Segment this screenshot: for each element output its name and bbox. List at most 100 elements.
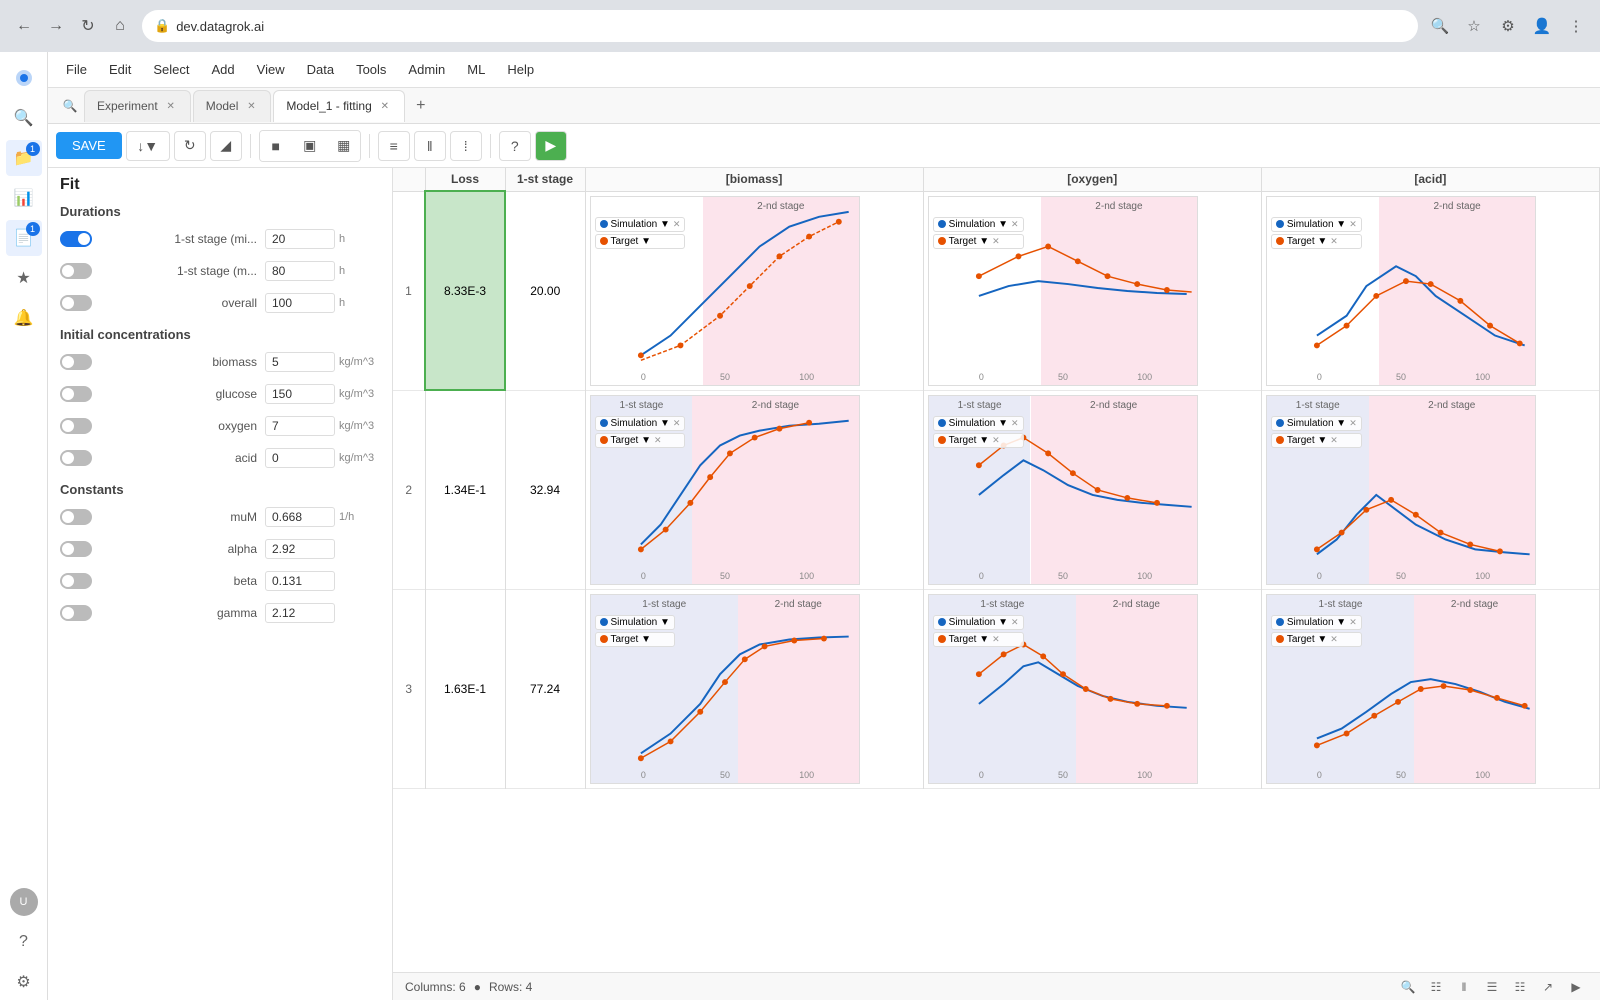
status-fit-icon[interactable]: ↗ xyxy=(1536,975,1560,999)
toggle-overall[interactable] xyxy=(60,295,92,311)
legend-target-acid-3[interactable]: Target ▼ ✕ xyxy=(1271,632,1362,647)
search-browser-button[interactable]: 🔍 xyxy=(1426,12,1454,40)
legend-target-biomass-1[interactable]: Target ▼ xyxy=(595,234,686,249)
param-value-beta[interactable] xyxy=(265,571,335,591)
card-view-button[interactable]: ▦ xyxy=(328,131,360,161)
col-header-stage[interactable]: 1-st stage xyxy=(505,168,585,191)
menu-browser-button[interactable]: ⋮ xyxy=(1562,12,1590,40)
sidebar-item-visualize[interactable]: 📊 xyxy=(6,180,42,216)
param-value-oxygen[interactable] xyxy=(265,416,335,436)
sidebar-item-projects[interactable]: 📁 1 xyxy=(6,140,42,176)
param-value-overall[interactable] xyxy=(265,293,335,313)
toggle-biomass[interactable] xyxy=(60,354,92,370)
status-sort-icon[interactable]: ☰ xyxy=(1480,975,1504,999)
grid-content[interactable]: Loss 1-st stage [biomass] [oxygen] [acid… xyxy=(393,168,1600,972)
status-table-icon[interactable]: ☷ xyxy=(1424,975,1448,999)
save-button[interactable]: SAVE xyxy=(56,132,122,159)
legend-target-oxygen-2[interactable]: Target ▼ ✕ xyxy=(933,433,1024,448)
sidebar-item-settings[interactable]: ⚙ xyxy=(6,964,42,1000)
tab-model-fitting[interactable]: Model_1 - fitting ✕ xyxy=(273,90,404,122)
legend-target-biomass-3[interactable]: Target ▼ xyxy=(595,632,675,647)
tab-experiment-close[interactable]: ✕ xyxy=(164,99,178,113)
toggle-1st-stage-min[interactable] xyxy=(60,231,92,247)
param-value-biomass[interactable] xyxy=(265,352,335,372)
sidebar-item-browse[interactable]: 🔍 xyxy=(6,100,42,136)
run-button[interactable]: ▶ xyxy=(535,131,567,161)
menu-ml[interactable]: ML xyxy=(457,58,495,81)
resize-button[interactable]: ⁞ xyxy=(450,131,482,161)
back-button[interactable]: ← xyxy=(10,12,38,40)
legend-target-oxygen-3[interactable]: Target ▼ ✕ xyxy=(933,632,1024,647)
toggle-glucose[interactable] xyxy=(60,386,92,402)
param-value-glucose[interactable] xyxy=(265,384,335,404)
filter-button[interactable]: ◢ xyxy=(210,131,242,161)
status-terminal-icon[interactable]: ▶ xyxy=(1564,975,1588,999)
menu-select[interactable]: Select xyxy=(143,58,199,81)
menu-help[interactable]: Help xyxy=(497,58,544,81)
toggle-muM[interactable] xyxy=(60,509,92,525)
legend-simulation-acid-2[interactable]: Simulation ▼ ✕ xyxy=(1271,416,1362,431)
download-button[interactable]: ↓▼ xyxy=(126,131,170,161)
menu-admin[interactable]: Admin xyxy=(398,58,455,81)
toggle-oxygen[interactable] xyxy=(60,418,92,434)
toggle-1st-stage-max[interactable] xyxy=(60,263,92,279)
sidebar-item-notifications[interactable]: 🔔 xyxy=(6,300,42,336)
legend-target-biomass-2[interactable]: Target ▼ ✕ xyxy=(595,433,686,448)
param-value-1st-stage-min[interactable] xyxy=(265,229,335,249)
menu-file[interactable]: File xyxy=(56,58,97,81)
refresh-button[interactable]: ↻ xyxy=(74,12,102,40)
param-value-alpha[interactable] xyxy=(265,539,335,559)
legend-simulation-acid-1[interactable]: Simulation ▼ ✕ xyxy=(1271,217,1362,232)
home-button[interactable]: ⌂ xyxy=(106,12,134,40)
legend-simulation-biomass-1[interactable]: Simulation ▼ ✕ xyxy=(595,217,686,232)
col-header-biomass[interactable]: [biomass] xyxy=(585,168,923,191)
sidebar-item-data[interactable]: 📄 1 xyxy=(6,220,42,256)
menu-tools[interactable]: Tools xyxy=(346,58,396,81)
bookmark-button[interactable]: ☆ xyxy=(1460,12,1488,40)
menu-add[interactable]: Add xyxy=(202,58,245,81)
status-search-icon[interactable]: 🔍 xyxy=(1396,975,1420,999)
tab-model[interactable]: Model ✕ xyxy=(193,90,272,122)
cols-button[interactable]: ‖ xyxy=(414,131,446,161)
menu-edit[interactable]: Edit xyxy=(99,58,141,81)
status-columns-icon[interactable]: ‖ xyxy=(1452,975,1476,999)
sidebar-item-help[interactable]: ? xyxy=(6,924,42,960)
legend-simulation-oxygen-3[interactable]: Simulation ▼ ✕ xyxy=(933,615,1024,630)
grid-view-button[interactable]: ■ xyxy=(260,131,292,161)
address-bar[interactable]: 🔒 dev.datagrok.ai xyxy=(142,10,1418,42)
col-header-loss[interactable]: Loss xyxy=(425,168,505,191)
legend-target-acid-1[interactable]: Target ▼ ✕ xyxy=(1271,234,1362,249)
legend-simulation-acid-3[interactable]: Simulation ▼ ✕ xyxy=(1271,615,1362,630)
tab-add-button[interactable]: + xyxy=(407,92,435,120)
toggle-gamma[interactable] xyxy=(60,605,92,621)
sidebar-item-avatar[interactable]: U xyxy=(6,884,42,920)
tab-search-icon[interactable]: 🔍 xyxy=(56,92,84,120)
menu-data[interactable]: Data xyxy=(297,58,344,81)
param-value-1st-stage-max[interactable] xyxy=(265,261,335,281)
help-button-toolbar[interactable]: ? xyxy=(499,131,531,161)
rows-button[interactable]: ≡ xyxy=(378,131,410,161)
tab-model-close[interactable]: ✕ xyxy=(244,99,258,113)
legend-simulation-oxygen-2[interactable]: Simulation ▼ ✕ xyxy=(933,416,1024,431)
tab-model-fitting-close[interactable]: ✕ xyxy=(378,99,392,113)
sidebar-item-logo[interactable] xyxy=(6,60,42,96)
toggle-alpha[interactable] xyxy=(60,541,92,557)
legend-target-acid-2[interactable]: Target ▼ ✕ xyxy=(1271,433,1362,448)
refresh-button-toolbar[interactable]: ↻ xyxy=(174,131,206,161)
menu-view[interactable]: View xyxy=(247,58,295,81)
extensions-button[interactable]: ⚙ xyxy=(1494,12,1522,40)
status-filter-icon[interactable]: ☷ xyxy=(1508,975,1532,999)
param-value-muM[interactable] xyxy=(265,507,335,527)
legend-target-oxygen-1[interactable]: Target ▼ ✕ xyxy=(933,234,1024,249)
forward-button[interactable]: → xyxy=(42,12,70,40)
legend-simulation-oxygen-1[interactable]: Simulation ▼ ✕ xyxy=(933,217,1024,232)
param-value-gamma[interactable] xyxy=(265,603,335,623)
sidebar-item-favorites[interactable]: ★ xyxy=(6,260,42,296)
tab-experiment[interactable]: Experiment ✕ xyxy=(84,90,191,122)
user-button[interactable]: 👤 xyxy=(1528,12,1556,40)
toggle-acid[interactable] xyxy=(60,450,92,466)
col-header-acid[interactable]: [acid] xyxy=(1261,168,1599,191)
param-value-acid[interactable] xyxy=(265,448,335,468)
list-view-button[interactable]: ▣ xyxy=(294,131,326,161)
col-header-oxygen[interactable]: [oxygen] xyxy=(923,168,1261,191)
